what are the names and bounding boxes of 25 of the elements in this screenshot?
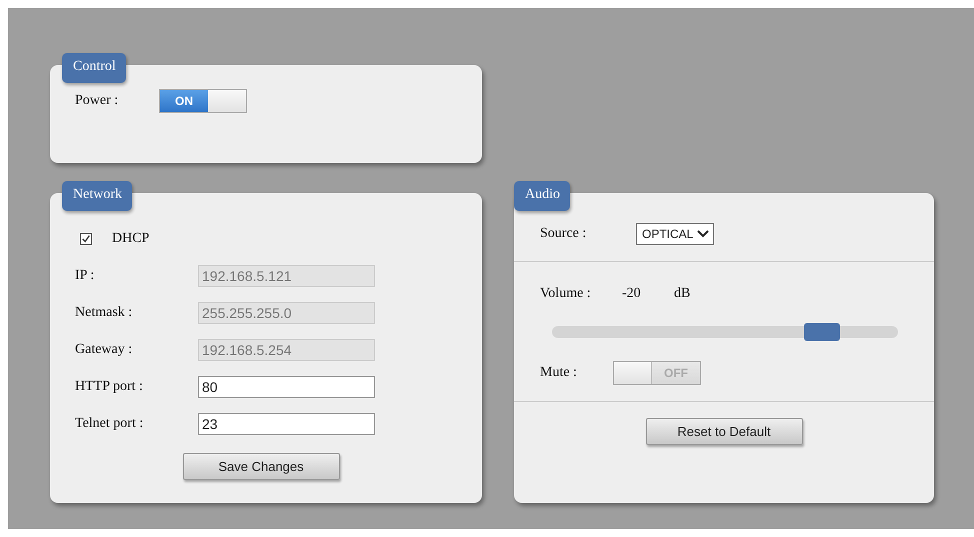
field-label: Power : [75,93,120,109]
chevron-down-icon [697,230,710,238]
input-field[interactable]: 23 [198,413,375,435]
save-button[interactable]: Save Changes [182,453,340,480]
reset-button[interactable]: Reset to Default [646,418,802,445]
field-label: HTTP port : [75,379,144,395]
field-label: Netmask : [75,305,134,321]
field-label: Mute : [540,365,578,381]
toggle-switch[interactable]: ON [159,89,247,113]
field-label: Telnet port : [75,416,144,432]
panel-title: Network [62,181,132,211]
field-label: Source : [540,226,588,242]
field-label: Gateway : [75,342,134,358]
slider-track[interactable] [552,326,898,338]
input-field[interactable]: 80 [198,376,375,398]
checkbox[interactable] [80,233,92,245]
slider-thumb[interactable] [804,323,840,341]
checkbox-label: DHCP [112,231,150,247]
field-label: IP : [75,268,96,284]
source-dropdown[interactable]: OPTICAL [636,223,714,245]
field-label: Volume : [540,286,592,302]
panel-title: Audio [514,181,570,211]
panel-title: Control [62,53,126,83]
volume-unit: dB [674,286,690,302]
volume-reading: -20 [622,286,642,302]
